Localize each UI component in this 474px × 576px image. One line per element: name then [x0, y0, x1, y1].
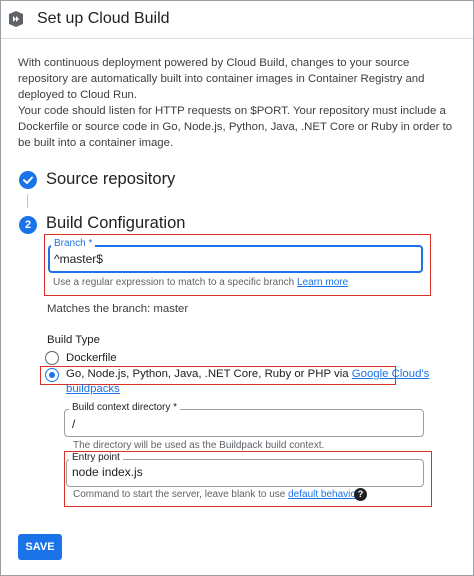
- dockerfile-radio[interactable]: [45, 351, 59, 365]
- intro-paragraph-2: Your code should listen for HTTP request…: [18, 105, 453, 149]
- step-complete-check-icon: [19, 171, 37, 189]
- step-source-repository[interactable]: Source repository: [46, 170, 175, 189]
- entry-point-value[interactable]: node index.js: [72, 465, 143, 479]
- panel-header: Set up Cloud Build: [1, 1, 473, 39]
- build-context-input[interactable]: [64, 409, 424, 437]
- branch-label: Branch *: [51, 238, 96, 249]
- branch-helper: Use a regular expression to match to a s…: [53, 277, 348, 288]
- panel-title: Set up Cloud Build: [37, 10, 170, 27]
- branch-match-text: Matches the branch: master: [47, 303, 189, 315]
- step-number-badge: 2: [19, 216, 37, 234]
- branch-helper-text: Use a regular expression to match to a s…: [53, 277, 295, 288]
- entry-point-helper: Command to start the server, leave blank…: [73, 489, 365, 500]
- dockerfile-label[interactable]: Dockerfile: [66, 352, 117, 364]
- save-button[interactable]: SAVE: [18, 534, 62, 560]
- build-context-label: Build context directory *: [69, 402, 181, 413]
- google-clouds-link[interactable]: Google Cloud's: [352, 368, 430, 380]
- learn-more-link[interactable]: Learn more: [297, 277, 348, 288]
- step-build-configuration[interactable]: Build Configuration: [46, 214, 185, 233]
- buildpacks-label[interactable]: Go, Node.js, Python, Java, .NET Core, Ru…: [66, 368, 429, 380]
- buildpacks-link[interactable]: buildpacks: [66, 383, 120, 395]
- branch-value[interactable]: ^master$: [54, 252, 103, 266]
- entry-point-label: Entry point: [69, 452, 123, 463]
- help-icon[interactable]: ?: [354, 488, 367, 501]
- entry-point-helper-text: Command to start the server, leave blank…: [73, 489, 286, 500]
- intro-paragraph-1: With continuous deployment powered by Cl…: [18, 57, 425, 101]
- cloud-run-logo-icon: [9, 11, 23, 27]
- step-connector: [27, 194, 28, 208]
- buildpacks-radio[interactable]: [45, 368, 59, 382]
- build-context-value[interactable]: /: [72, 417, 75, 431]
- buildpacks-label-text: Go, Node.js, Python, Java, .NET Core, Ru…: [66, 368, 349, 380]
- build-type-heading: Build Type: [47, 334, 100, 346]
- build-context-helper: The directory will be used as the Buildp…: [73, 440, 325, 451]
- branch-input[interactable]: [48, 245, 423, 273]
